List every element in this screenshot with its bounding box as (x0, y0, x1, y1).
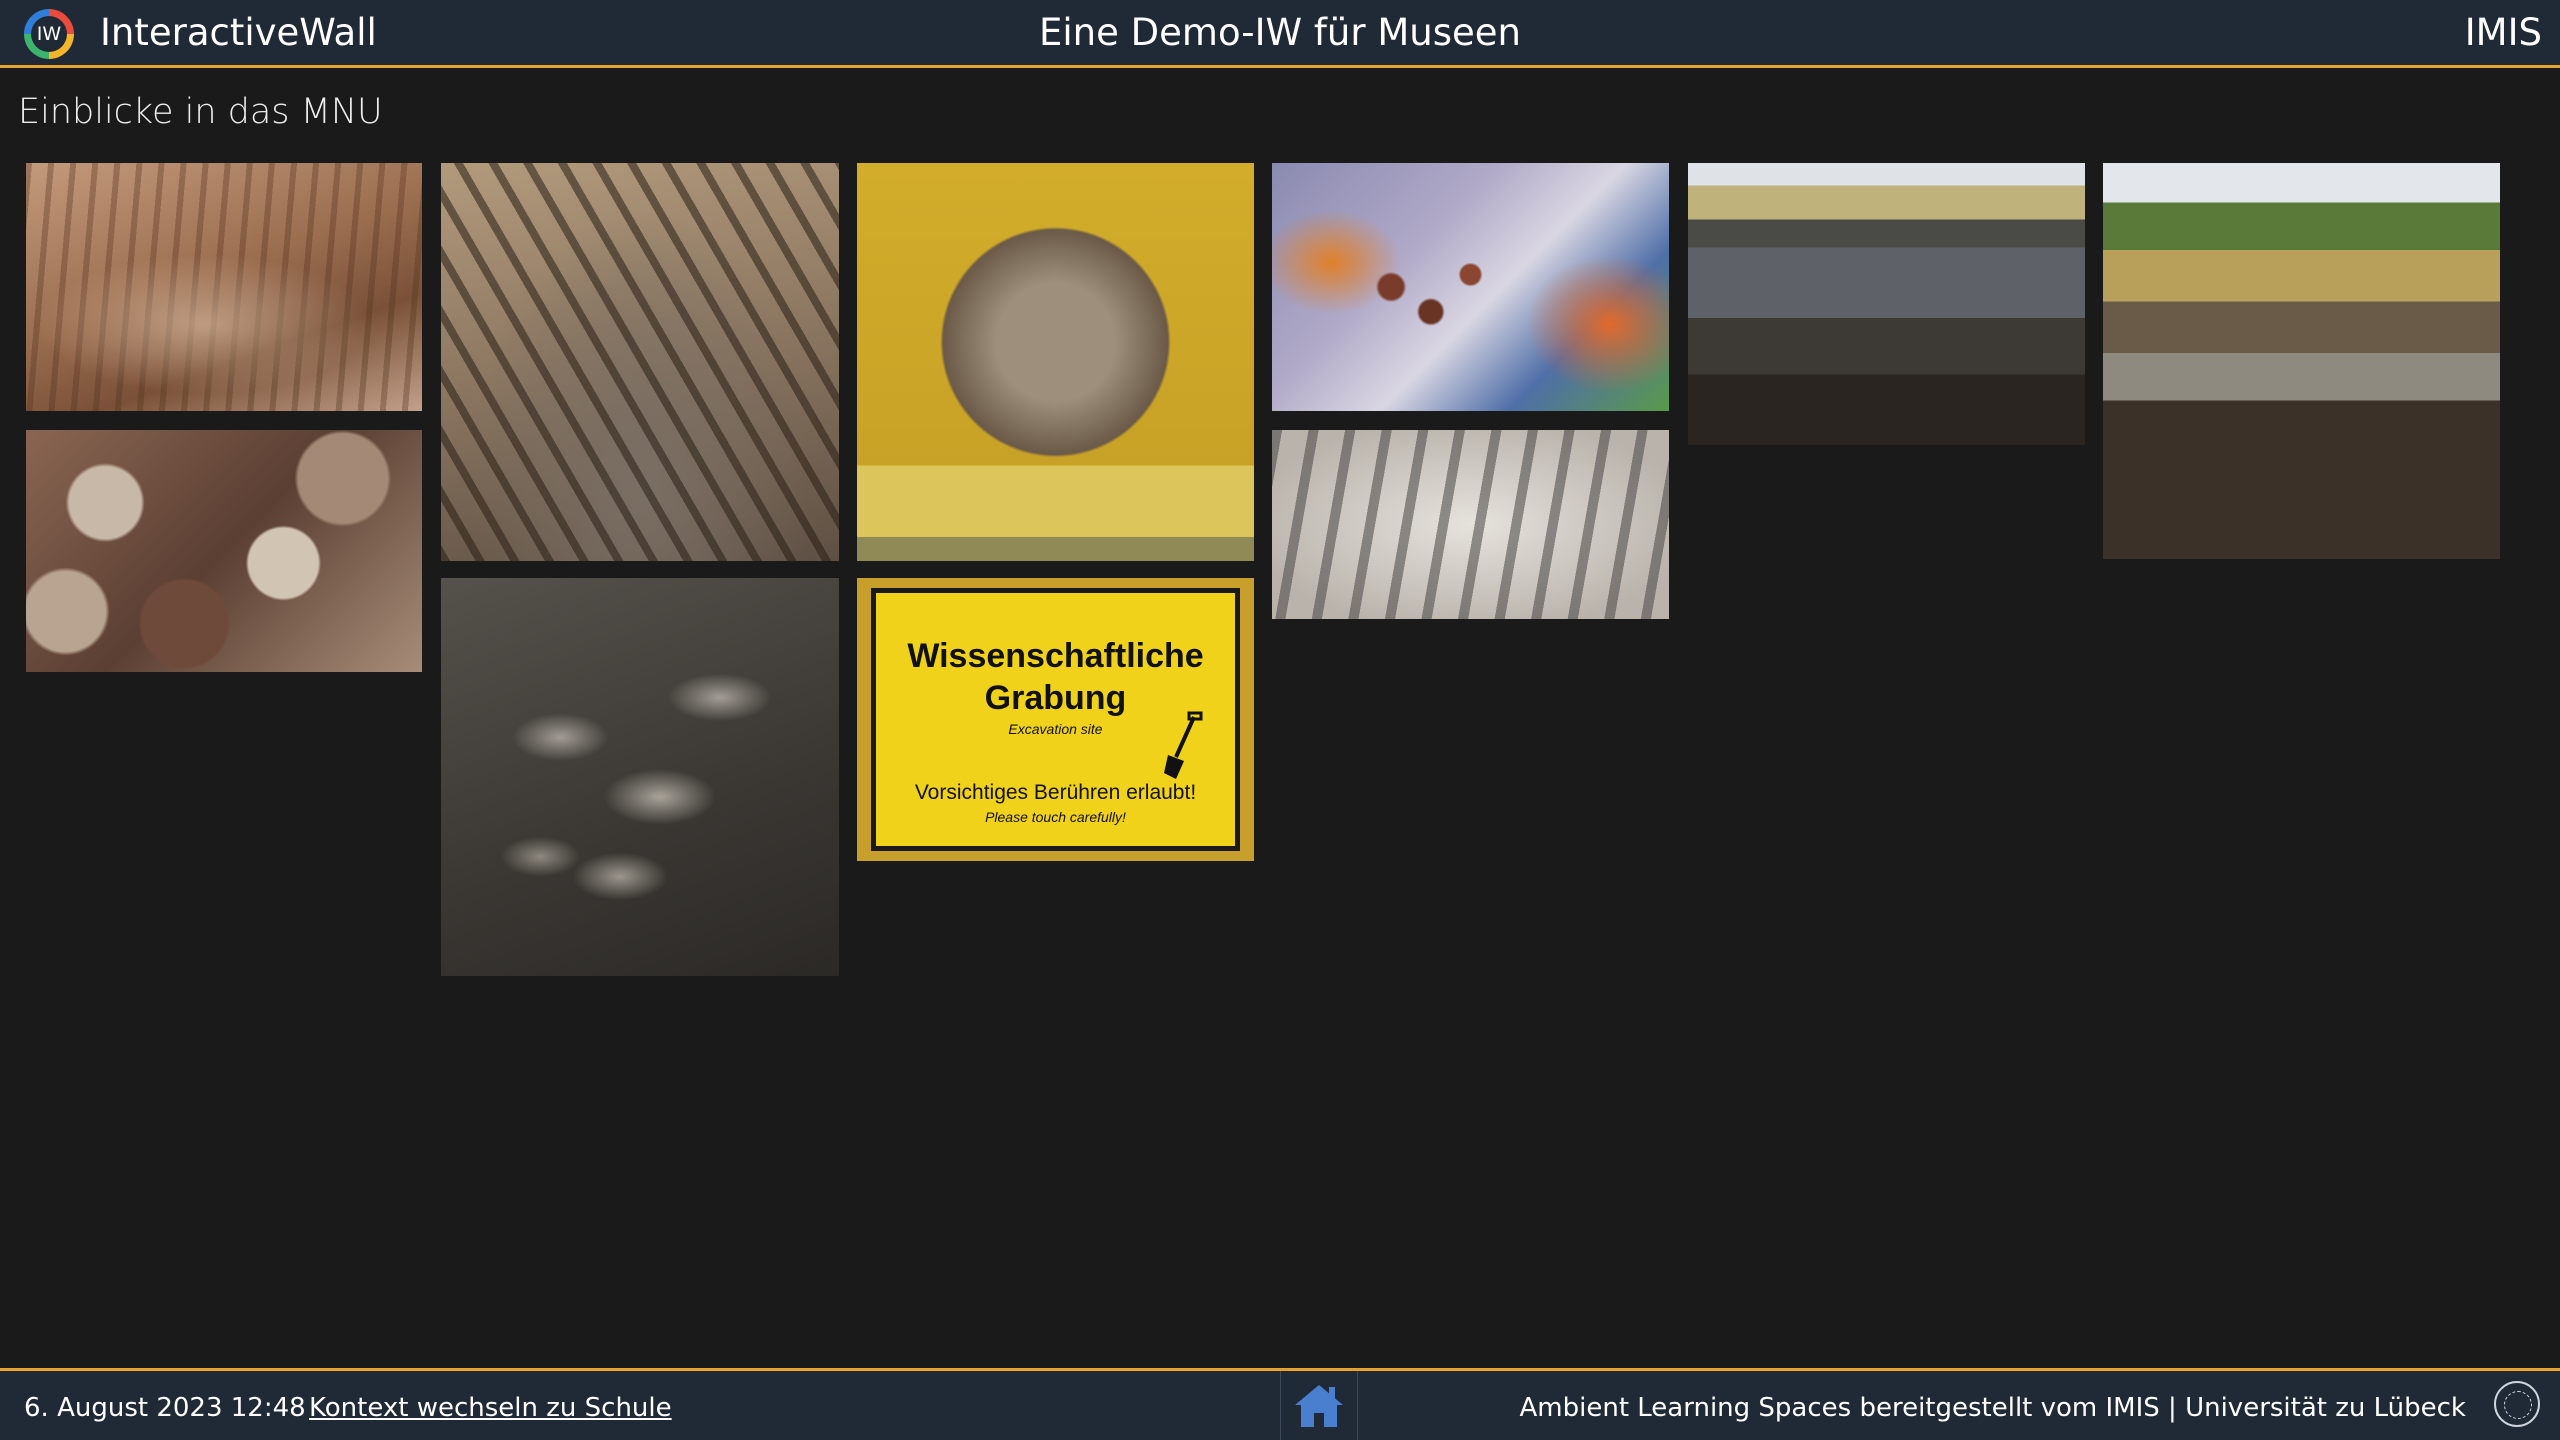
university-seal-icon (2494, 1381, 2540, 1427)
sign-title: Wissenschaftliche Grabung (907, 637, 1204, 717)
skeleton-hand-photo[interactable] (1272, 430, 1669, 619)
rock-rubble-photo[interactable] (26, 430, 422, 672)
shovel-icon (1164, 711, 1203, 779)
section-heading: Einblicke in das MNU (18, 92, 383, 132)
home-icon (1295, 1385, 1343, 1427)
excavation-sign-photo[interactable]: Wissenschaftliche Grabung Excavation sit… (857, 578, 1254, 861)
rib-bones-excavation-photo[interactable] (441, 163, 839, 561)
sign-warning-english: Please touch carefully! (985, 809, 1126, 825)
quarry-pit-photo[interactable] (1688, 163, 2085, 445)
home-button[interactable] (1280, 1371, 1358, 1440)
page-title: Eine Demo-IW für Museen (1039, 11, 1521, 54)
excavation-sign: Wissenschaftliche Grabung Excavation sit… (871, 588, 1240, 851)
datetime: 6. August 2023 12:48 (24, 1393, 306, 1423)
org-label: IMIS (2464, 11, 2542, 54)
gravel-quarry-photo[interactable] (2103, 163, 2500, 559)
geological-map-photo[interactable] (1272, 163, 1669, 411)
clay-sphere-photo[interactable] (857, 163, 1254, 561)
context-switch-link[interactable]: Kontext wechseln zu Schule (309, 1393, 672, 1423)
sign-warning: Vorsichtiges Berühren erlaubt! (914, 781, 1197, 804)
rib-fragments-excavation-photo[interactable] (441, 578, 839, 976)
credit-text: Ambient Learning Spaces bereitgestellt v… (1519, 1393, 2467, 1423)
sandstone-wall-photo[interactable] (26, 163, 422, 411)
top-bar: IW InteractiveWall Eine Demo-IW für Muse… (0, 0, 2560, 68)
bottom-bar: 6. August 2023 12:48 Kontext wechseln zu… (0, 1368, 2560, 1440)
